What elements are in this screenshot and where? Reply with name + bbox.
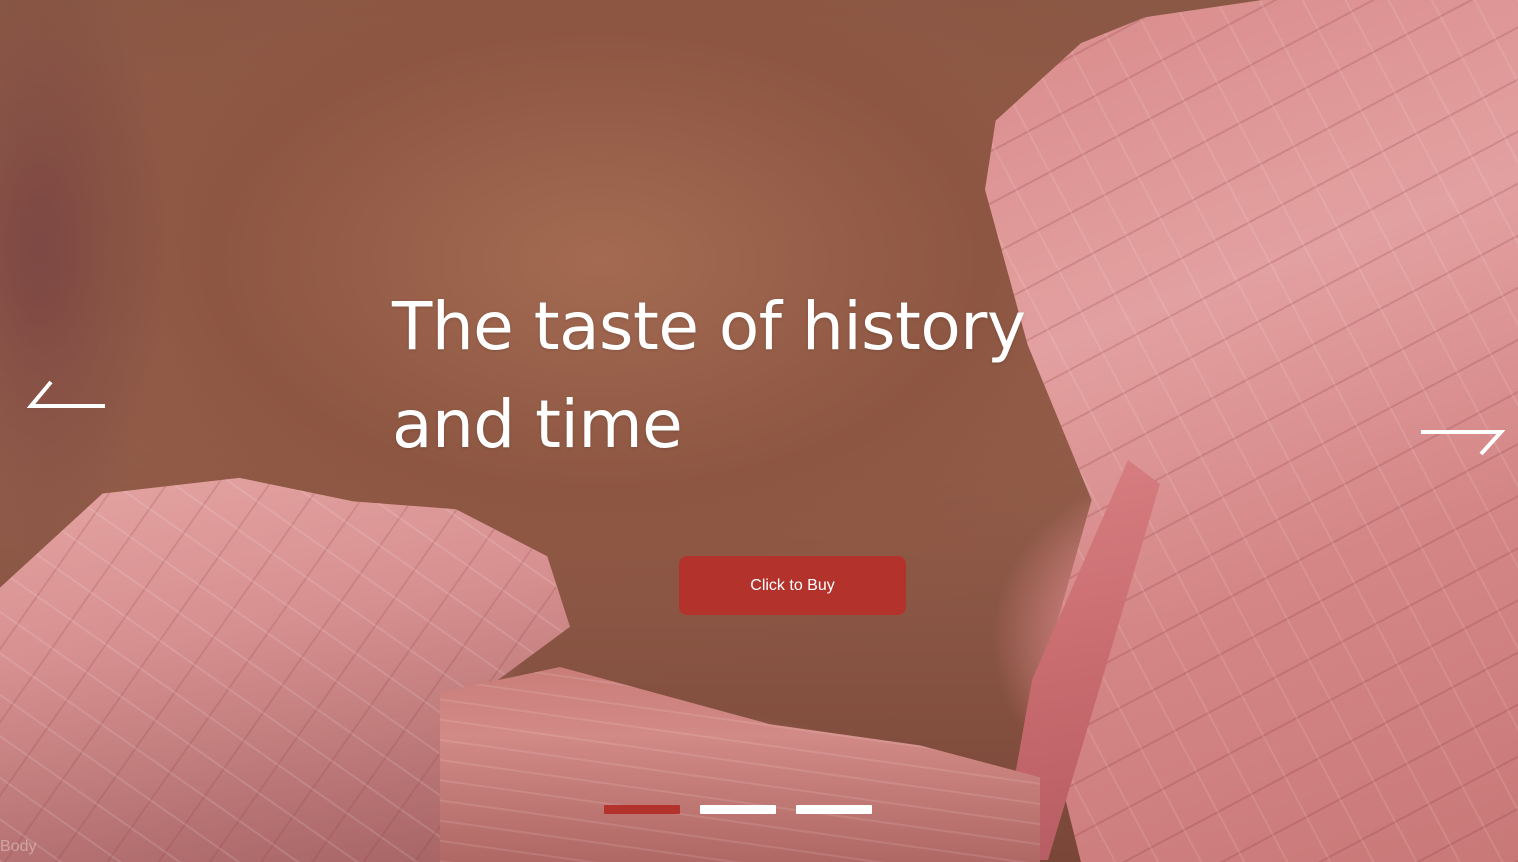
hero-title-line2: and time [392, 386, 683, 463]
arrow-right-icon [1421, 430, 1505, 456]
slide-indicator-1[interactable] [604, 805, 680, 814]
previous-slide-button[interactable] [27, 378, 107, 418]
hero-title-line1: The taste of history [392, 288, 1026, 365]
slide-indicators [604, 805, 872, 814]
slide-indicator-3[interactable] [796, 805, 872, 814]
watermark-text: Body [0, 838, 37, 855]
buy-button[interactable]: Click to Buy [679, 556, 906, 615]
meat-image-bottom [440, 666, 1040, 862]
hero-slide: The taste of history and time Click to B… [0, 0, 1518, 862]
hero-title: The taste of history and time [392, 278, 1092, 474]
slide-indicator-2[interactable] [700, 805, 776, 814]
next-slide-button[interactable] [1421, 424, 1505, 464]
arrow-left-icon [27, 380, 105, 408]
